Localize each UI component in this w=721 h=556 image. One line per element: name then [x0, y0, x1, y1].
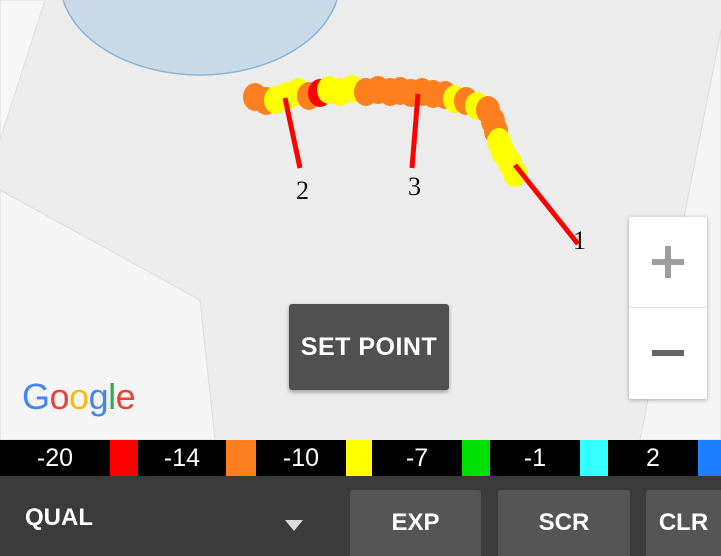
google-logo: Google	[22, 376, 136, 417]
legend-value: 2	[646, 443, 660, 472]
plus-icon	[652, 246, 684, 278]
bottom-toolbar: QUAL EXP SCR CLR	[0, 476, 721, 556]
legend-swatch	[580, 440, 608, 476]
legend-swatch	[698, 440, 721, 476]
legend-swatch	[346, 440, 372, 476]
legend-value: -20	[36, 443, 74, 472]
scr-button[interactable]: SCR	[498, 490, 630, 556]
legend-swatch	[110, 440, 138, 476]
legend-value: -7	[405, 443, 429, 472]
app-root: 2 3 1 SET POINT Google -20-14-10-7-125 Q…	[0, 0, 721, 556]
mode-dropdown[interactable]: QUAL	[0, 476, 330, 556]
pointer-lines	[282, 93, 580, 246]
color-legend: -20-14-10-7-125	[0, 440, 721, 476]
legend-item: -14	[138, 440, 256, 476]
annotation-label-1: 1	[573, 226, 586, 255]
minus-icon	[652, 350, 684, 356]
annotation-label-3: 3	[408, 172, 421, 201]
legend-item: 2	[608, 440, 721, 476]
legend-item: -10	[256, 440, 372, 476]
legend-value: -10	[282, 443, 320, 472]
pointer-line	[282, 97, 303, 169]
legend-item: -7	[372, 440, 490, 476]
exp-button[interactable]: EXP	[350, 490, 481, 556]
map-view[interactable]: 2 3 1 SET POINT Google	[0, 0, 721, 440]
measurement-track	[243, 75, 527, 187]
clr-button[interactable]: CLR	[646, 490, 721, 556]
zoom-in-button[interactable]	[629, 217, 707, 308]
legend-value: -14	[163, 443, 201, 472]
legend-value: -1	[523, 443, 547, 472]
map-road-left	[0, 0, 46, 141]
zoom-out-button[interactable]	[629, 308, 707, 398]
legend-swatch	[226, 440, 256, 476]
mode-label: QUAL	[25, 504, 93, 531]
caret-down-icon	[285, 520, 303, 531]
pointer-line	[513, 163, 580, 246]
legend-item: -1	[490, 440, 608, 476]
set-point-button[interactable]: SET POINT	[289, 304, 449, 390]
legend-swatch	[462, 440, 490, 476]
zoom-controls	[629, 217, 707, 399]
water-area	[62, 0, 338, 76]
legend-item: -20	[0, 440, 138, 476]
annotation-label-2: 2	[296, 176, 309, 205]
